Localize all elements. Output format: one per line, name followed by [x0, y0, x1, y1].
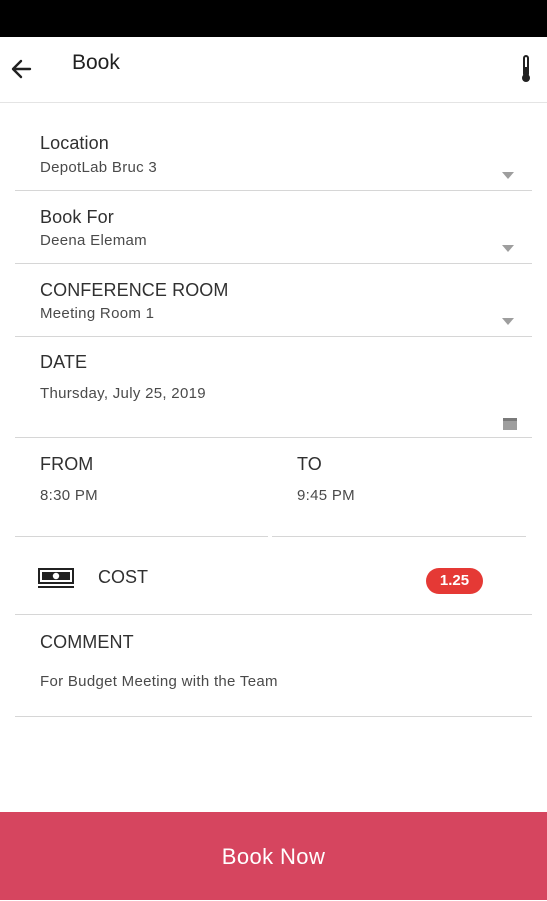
- cash-icon: [38, 568, 74, 588]
- book-for-label: Book For: [40, 207, 114, 227]
- chevron-down-icon: [502, 318, 514, 325]
- to-label: TO: [297, 454, 322, 474]
- to-time-field[interactable]: TO 9:45 PM: [272, 438, 527, 536]
- from-value: 8:30 PM: [40, 487, 98, 504]
- conference-room-field[interactable]: CONFERENCE ROOM Meeting Room 1: [15, 264, 532, 337]
- from-time-field[interactable]: FROM 8:30 PM: [15, 438, 270, 536]
- location-field[interactable]: Location DepotLab Bruc 3: [15, 120, 532, 191]
- chevron-down-icon: [502, 172, 514, 179]
- thermometer-button[interactable]: [516, 53, 536, 85]
- page-title: Book: [72, 51, 120, 74]
- book-now-button[interactable]: Book Now: [0, 812, 547, 900]
- chevron-down-icon: [502, 245, 514, 252]
- comment-value: For Budget Meeting with the Team: [40, 673, 278, 690]
- comment-label: COMMENT: [40, 632, 134, 652]
- conference-room-label: CONFERENCE ROOM: [40, 280, 229, 300]
- date-value: Thursday, July 25, 2019: [40, 385, 206, 402]
- book-for-field[interactable]: Book For Deena Elemam: [15, 191, 532, 264]
- date-label: DATE: [40, 352, 88, 372]
- location-value: DepotLab Bruc 3: [40, 159, 158, 176]
- cost-badge: 1.25: [426, 568, 483, 594]
- calendar-icon[interactable]: [503, 418, 517, 430]
- date-field[interactable]: DATE Thursday, July 25, 2019: [15, 337, 532, 438]
- book-for-value: Deena Elemam: [40, 232, 147, 249]
- arrow-left-icon: [11, 59, 32, 79]
- back-button[interactable]: [8, 55, 36, 83]
- location-label: Location: [40, 133, 109, 153]
- to-value: 9:45 PM: [297, 487, 355, 504]
- comment-field[interactable]: COMMENT For Budget Meeting with the Team: [15, 615, 532, 717]
- from-label: FROM: [40, 454, 94, 474]
- status-bar: [0, 0, 547, 37]
- thermometer-icon: [522, 55, 530, 82]
- conference-room-value: Meeting Room 1: [40, 305, 155, 322]
- cost-label: COST: [98, 567, 149, 587]
- app-bar: Book: [0, 37, 547, 103]
